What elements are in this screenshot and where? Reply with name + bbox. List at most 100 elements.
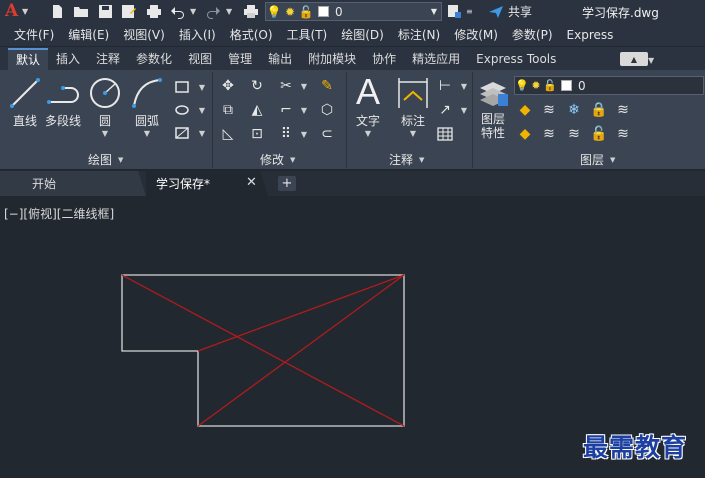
- redo-icon[interactable]: [205, 3, 221, 20]
- table-icon[interactable]: [436, 125, 454, 143]
- menu-insert[interactable]: 插入(I): [179, 26, 216, 43]
- circle-button[interactable]: 圆 ▼: [88, 76, 122, 138]
- panel-separator: [212, 72, 213, 168]
- linear-dimension-icon[interactable]: ⊢: [436, 77, 454, 95]
- ribbon-minimize-button[interactable]: ▲: [620, 52, 648, 66]
- layer-off-icon[interactable]: ◆: [516, 101, 534, 119]
- layer-properties-button[interactable]: 图层 特性: [476, 74, 510, 140]
- erase-icon[interactable]: ✎: [318, 77, 336, 95]
- offset-icon[interactable]: ⊂: [318, 125, 336, 143]
- layers-panel-title[interactable]: 图层 ▼: [580, 151, 615, 168]
- app-menu-caret-icon[interactable]: ▼: [22, 3, 28, 20]
- layer-previous-icon[interactable]: ≋: [614, 125, 632, 143]
- menu-draw[interactable]: 绘图(D): [341, 26, 384, 43]
- trim-icon[interactable]: ✂: [277, 77, 295, 95]
- tab-featured-apps[interactable]: 精选应用: [404, 48, 468, 70]
- tab-manage[interactable]: 管理: [220, 48, 260, 70]
- gradient-dropdown-icon[interactable]: ▼: [193, 124, 211, 142]
- layer-unlock-icon[interactable]: 🔓: [590, 125, 608, 143]
- menu-express[interactable]: Express: [567, 28, 614, 42]
- arc-dropdown-icon[interactable]: ▼: [144, 129, 150, 138]
- layer-dropdown[interactable]: 💡 ✹ 🔓 0: [514, 76, 704, 95]
- tab-annotate[interactable]: 注释: [88, 48, 128, 70]
- hatch-dropdown-icon[interactable]: ▼: [193, 101, 211, 119]
- open-folder-icon[interactable]: [73, 3, 90, 20]
- text-button[interactable]: A 文字 ▼: [356, 74, 380, 139]
- gradient-icon[interactable]: [173, 124, 191, 142]
- layer-match-icon[interactable]: ≋: [614, 101, 632, 119]
- array-icon[interactable]: ⠿: [277, 125, 295, 143]
- mirror-icon[interactable]: ◭: [248, 101, 266, 119]
- arc-button[interactable]: 圆弧 ▼: [130, 76, 164, 138]
- ribbon-options-caret-icon[interactable]: ▼: [648, 52, 654, 69]
- fillet-dropdown-icon[interactable]: ▼: [295, 101, 313, 119]
- save-icon[interactable]: [98, 3, 113, 20]
- leader-dropdown-icon[interactable]: ▼: [455, 101, 473, 119]
- circle-dropdown-icon[interactable]: ▼: [102, 129, 108, 138]
- stretch-icon[interactable]: ◺: [219, 125, 237, 143]
- rectangle-icon[interactable]: [173, 78, 191, 96]
- menu-view[interactable]: 视图(V): [123, 26, 165, 43]
- save-as-icon[interactable]: [121, 3, 137, 20]
- sun-icon: ✹: [531, 79, 541, 92]
- leader-icon[interactable]: ↗: [436, 101, 454, 119]
- new-tab-plus-icon[interactable]: +: [278, 176, 296, 191]
- modify-panel-title[interactable]: 修改 ▼: [260, 151, 295, 168]
- scale-icon[interactable]: ⊡: [248, 125, 266, 143]
- rotate-icon[interactable]: ↻: [248, 77, 266, 95]
- tab-collaborate[interactable]: 协作: [364, 48, 404, 70]
- array-dropdown-icon[interactable]: ▼: [295, 125, 313, 143]
- polyline-button[interactable]: 多段线: [45, 76, 81, 129]
- tab-start[interactable]: 开始: [0, 171, 146, 196]
- quick-layer-dropdown[interactable]: 💡 ✹ 🔓 0 ▼: [265, 2, 442, 21]
- linear-dimension-dropdown-icon[interactable]: ▼: [455, 77, 473, 95]
- new-file-icon[interactable]: [50, 3, 65, 20]
- lightbulb-icon: 💡: [515, 79, 529, 92]
- layer-lock-icon[interactable]: 🔒: [590, 101, 608, 119]
- layer-freeze-icon[interactable]: ❄: [565, 101, 583, 119]
- menu-format[interactable]: 格式(O): [230, 26, 273, 43]
- rectangle-dropdown-icon[interactable]: ▼: [193, 78, 211, 96]
- layer-unisolate-icon[interactable]: ≋: [540, 125, 558, 143]
- fillet-icon[interactable]: ⌐: [277, 101, 295, 119]
- explode-icon[interactable]: ⬡: [318, 101, 336, 119]
- layer-on-icon[interactable]: ◆: [516, 125, 534, 143]
- copy-icon[interactable]: ⧉: [219, 101, 237, 119]
- text-dropdown-icon[interactable]: ▼: [365, 129, 371, 138]
- hatch-icon[interactable]: [173, 101, 191, 119]
- move-icon[interactable]: ✥: [219, 77, 237, 95]
- print-icon[interactable]: [146, 3, 162, 20]
- customize-dropdown-icon[interactable]: ≡: [466, 3, 473, 20]
- tab-insert[interactable]: 插入: [48, 48, 88, 70]
- line-icon: [10, 78, 40, 108]
- share-button[interactable]: 共享: [488, 3, 532, 20]
- layer-manager-icon[interactable]: [447, 3, 462, 20]
- tab-addins[interactable]: 附加模块: [300, 48, 364, 70]
- layer-thaw-icon[interactable]: ≋: [565, 125, 583, 143]
- tab-default[interactable]: 默认: [8, 48, 49, 70]
- draw-panel-title[interactable]: 绘图 ▼: [88, 151, 123, 168]
- trim-dropdown-icon[interactable]: ▼: [295, 77, 313, 95]
- line-button[interactable]: 直线: [8, 76, 42, 129]
- plot-icon[interactable]: [243, 3, 259, 20]
- tab-view[interactable]: 视图: [180, 48, 220, 70]
- menu-tools[interactable]: 工具(T): [287, 26, 328, 43]
- undo-icon[interactable]: [170, 3, 186, 20]
- menu-modify[interactable]: 修改(M): [454, 26, 498, 43]
- tab-output[interactable]: 输出: [260, 48, 300, 70]
- lock-icon: 🔓: [543, 79, 557, 92]
- menu-parametric[interactable]: 参数(P): [512, 26, 553, 43]
- dimension-button[interactable]: 标注 ▼: [396, 76, 430, 138]
- tab-parametric[interactable]: 参数化: [128, 48, 180, 70]
- undo-dropdown-icon[interactable]: ▼: [190, 3, 196, 20]
- close-icon[interactable]: ✕: [246, 175, 257, 190]
- menu-file[interactable]: 文件(F): [14, 26, 54, 43]
- tab-express-tools[interactable]: Express Tools: [468, 48, 564, 70]
- app-logo[interactable]: A: [5, 1, 18, 21]
- dimension-dropdown-icon[interactable]: ▼: [410, 129, 416, 138]
- annotation-panel-title[interactable]: 注释 ▼: [389, 151, 424, 168]
- menu-dimension[interactable]: 标注(N): [398, 26, 440, 43]
- menu-edit[interactable]: 编辑(E): [68, 26, 109, 43]
- layer-isolate-icon[interactable]: ≋: [540, 101, 558, 119]
- redo-dropdown-icon[interactable]: ▼: [226, 3, 232, 20]
